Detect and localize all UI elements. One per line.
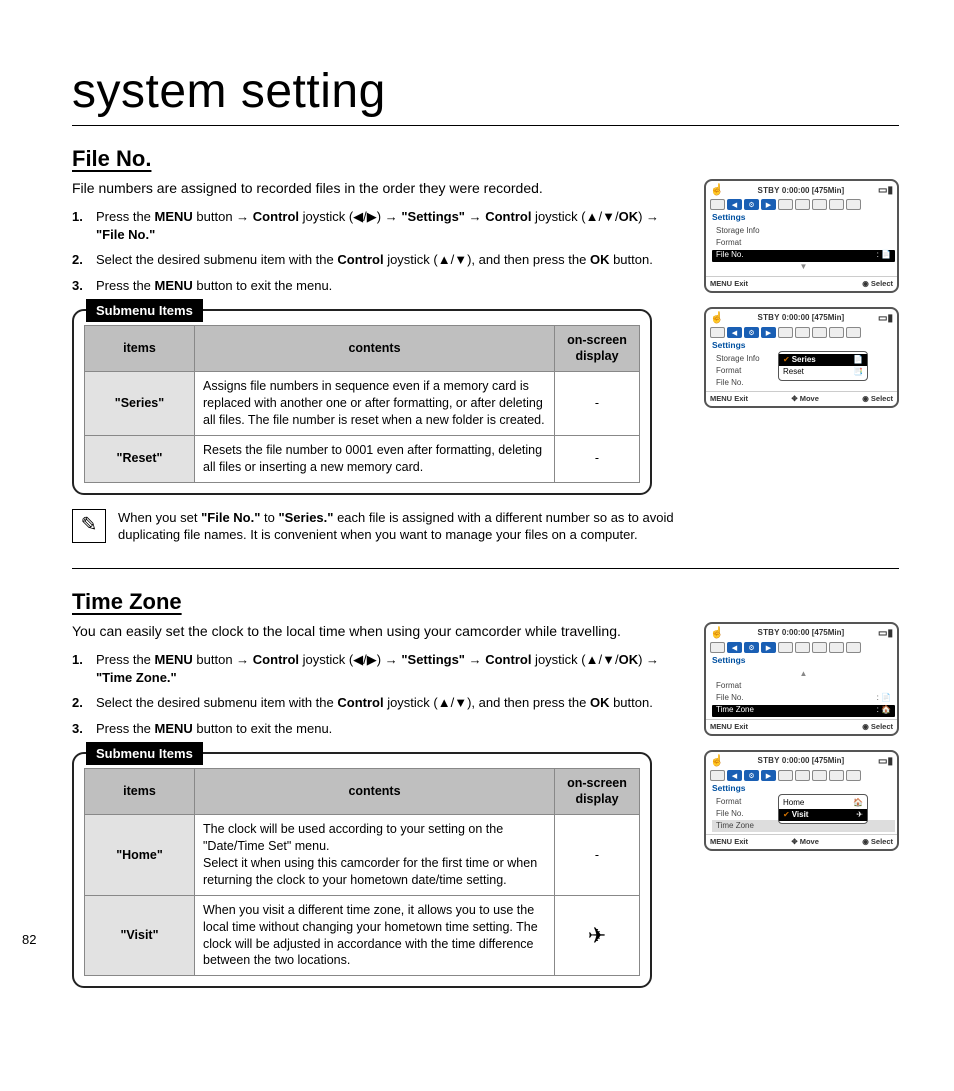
steps-file-no: Press the MENU button → Control joystick… [72,208,686,294]
step-2: Select the desired submenu item with the… [72,251,686,269]
note-icon: ✎ [72,509,106,543]
gear-icon: ⚙ [744,199,759,210]
airplane-icon: ✈ [555,895,640,976]
submenu-items-time-zone: Submenu Items items contents on-screen d… [72,752,652,989]
th-osd: on-screen display [555,768,640,815]
submenu-label: Submenu Items [86,299,203,323]
osd-screenshot-timezone-1: ☝ STBY 0:00:00 [475Min] ▭▮ ◀⚙▶ Settings … [704,622,899,735]
page-number: 82 [22,931,36,949]
table-row: "Home" The clock will be used according … [85,815,640,896]
th-osd: on-screen display [555,325,640,372]
home-icon: 🏠 [853,798,863,809]
chapter-title: system setting [72,60,899,126]
submenu-items-file-no: Submenu Items items contents on-screen d… [72,309,652,495]
battery-icon: ▭▮ [878,184,893,198]
th-items: items [85,768,195,815]
intro-time-zone: You can easily set the clock to the loca… [72,622,686,641]
osd-submenu-popup: ✔Series📄 Reset📑 [778,351,868,381]
section-heading-time-zone: Time Zone [72,587,899,617]
steps-time-zone: Press the MENU button → Control joystick… [72,651,686,737]
intro-file-no: File numbers are assigned to recorded fi… [72,179,686,198]
th-items: items [85,325,195,372]
section-heading-file-no: File No. [72,144,899,174]
table-row: "Series" Assigns file numbers in sequenc… [85,372,640,436]
osd-submenu-popup: Home🏠 ✔Visit✈ [778,794,868,824]
step-3: Press the MENU button to exit the menu. [72,720,686,738]
airplane-icon: ✈ [856,810,863,821]
table-row: "Visit" When you visit a different time … [85,895,640,976]
note-text: When you set "File No." to "Series." eac… [118,509,686,544]
table-row: "Reset" Resets the file number to 0001 e… [85,435,640,482]
th-contents: contents [195,768,555,815]
step-3: Press the MENU button to exit the menu. [72,277,686,295]
osd-screenshot-fileno-2: ☝ STBY 0:00:00 [475Min] ▭▮ ◀⚙▶ Settings … [704,307,899,408]
osd-screenshot-fileno-1: ☝ STBY 0:00:00 [475Min] ▭▮ ◀⚙▶ Settings … [704,179,899,292]
step-1: Press the MENU button → Control joystick… [72,208,686,243]
step-1: Press the MENU button → Control joystick… [72,651,686,686]
osd-screenshot-timezone-2: ☝ STBY 0:00:00 [475Min] ▭▮ ◀⚙▶ Settings … [704,750,899,851]
submenu-label: Submenu Items [86,742,203,766]
th-contents: contents [195,325,555,372]
hand-icon: ☝ [710,183,724,198]
step-2: Select the desired submenu item with the… [72,694,686,712]
